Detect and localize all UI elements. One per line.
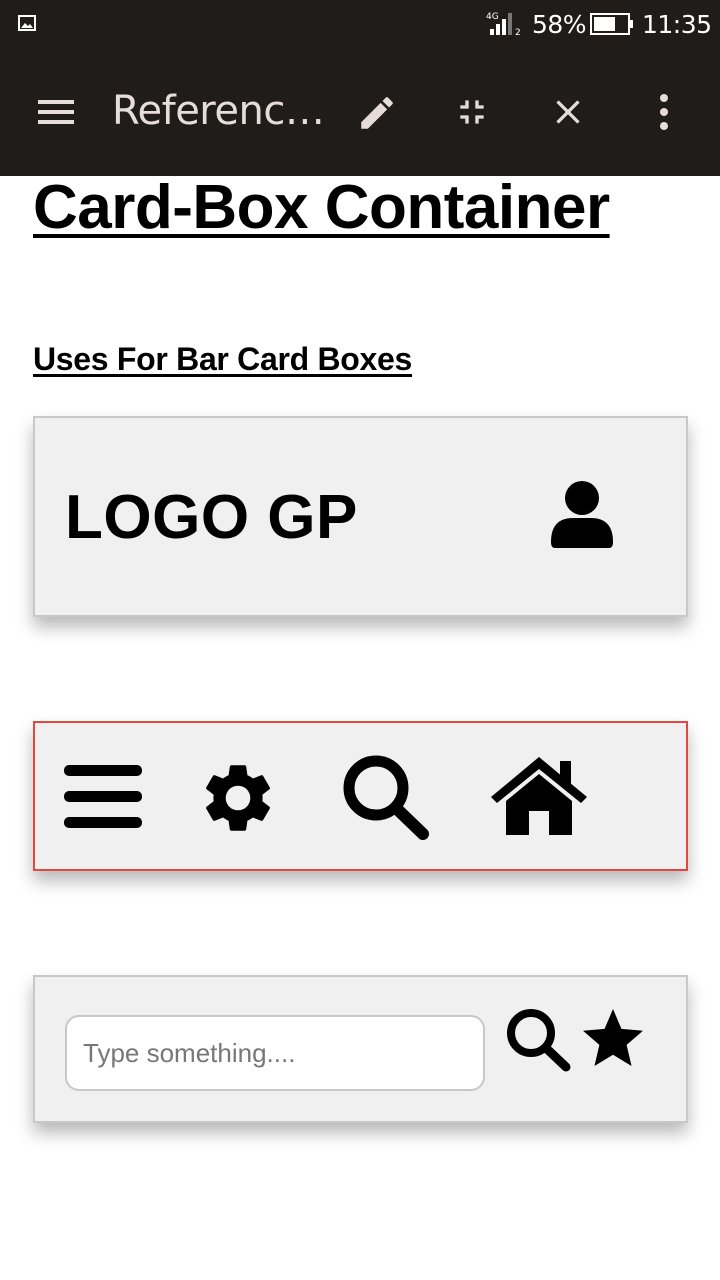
svg-text:2: 2 — [515, 28, 521, 36]
search-icon[interactable] — [505, 1007, 573, 1073]
compress-icon[interactable] — [452, 92, 492, 132]
icon-nav-card — [33, 721, 688, 871]
image-icon — [18, 15, 36, 31]
star-icon[interactable] — [577, 1003, 649, 1075]
network-label: 4G — [486, 12, 499, 22]
app-toolbar: Referenc… — [0, 48, 720, 176]
logo-card: LOGO GP — [33, 416, 688, 617]
menu-icon[interactable] — [36, 94, 76, 130]
gear-icon[interactable] — [195, 757, 281, 839]
home-icon[interactable] — [489, 755, 589, 837]
section-title: Uses For Bar Card Boxes — [33, 341, 413, 377]
battery-percent: 58% — [532, 10, 587, 39]
status-bar: 4G 2 58% 11:35 — [0, 0, 720, 48]
page-title: Card-Box Container — [33, 173, 610, 242]
clock: 11:35 — [642, 10, 712, 39]
logo-text[interactable]: LOGO GP — [65, 482, 358, 553]
signal-icon: 4G 2 — [486, 12, 521, 36]
search-card — [33, 975, 688, 1123]
edit-icon[interactable] — [356, 92, 398, 134]
bars-icon[interactable] — [64, 763, 142, 831]
search-input[interactable] — [65, 1015, 485, 1091]
more-vert-icon[interactable] — [654, 92, 674, 132]
close-icon[interactable] — [548, 92, 588, 132]
toolbar-title: Referenc… — [112, 88, 322, 134]
search-icon[interactable] — [341, 753, 431, 841]
user-icon[interactable] — [551, 480, 613, 548]
battery-icon — [590, 13, 633, 35]
